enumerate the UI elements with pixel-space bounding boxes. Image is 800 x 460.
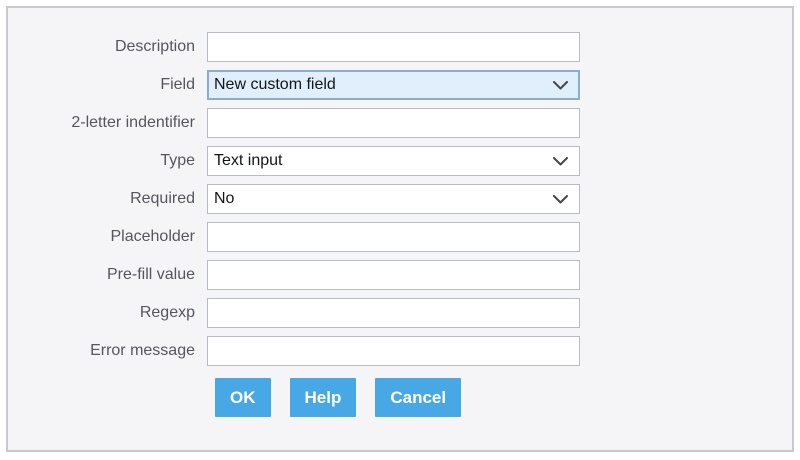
description-label: Description	[16, 38, 195, 56]
placeholder-label: Placeholder	[16, 228, 195, 246]
regexp-input[interactable]	[207, 298, 580, 328]
form-row: 2-letter indentifier	[16, 108, 792, 138]
form-row: Regexp	[16, 298, 792, 328]
regexp-label: Regexp	[16, 304, 195, 322]
cancel-button[interactable]: Cancel	[375, 378, 461, 417]
help-button[interactable]: Help	[290, 378, 357, 417]
field-label: Field	[16, 76, 195, 94]
chevron-down-icon	[553, 195, 568, 204]
description-input[interactable]	[207, 32, 580, 62]
required-label: Required	[16, 190, 195, 208]
form-row: Description	[16, 32, 792, 62]
button-row: OK Help Cancel	[215, 378, 792, 417]
form-row: Placeholder	[16, 222, 792, 252]
required-select[interactable]: No	[207, 184, 580, 214]
chevron-down-icon	[553, 81, 568, 90]
error-message-input[interactable]	[207, 336, 580, 366]
form-row: Pre-fill value	[16, 260, 792, 290]
field-select[interactable]: New custom field	[207, 70, 580, 100]
form-panel: Description Field New custom field 2-let…	[6, 6, 794, 452]
identifier-input[interactable]	[207, 108, 580, 138]
field-selected-value: New custom field	[214, 76, 336, 94]
identifier-label: 2-letter indentifier	[16, 114, 195, 132]
form-row: Required No	[16, 184, 792, 214]
form-row: Type Text input	[16, 146, 792, 176]
type-label: Type	[16, 152, 195, 170]
chevron-down-icon	[553, 157, 568, 166]
ok-button[interactable]: OK	[215, 378, 271, 417]
type-select[interactable]: Text input	[207, 146, 580, 176]
placeholder-input[interactable]	[207, 222, 580, 252]
type-selected-value: Text input	[214, 152, 282, 170]
error-message-label: Error message	[16, 342, 195, 360]
custom-field-form: Description Field New custom field 2-let…	[8, 8, 792, 417]
form-row: Field New custom field	[16, 70, 792, 100]
form-row: Error message	[16, 336, 792, 366]
prefill-input[interactable]	[207, 260, 580, 290]
prefill-label: Pre-fill value	[16, 266, 195, 284]
required-selected-value: No	[214, 190, 234, 208]
